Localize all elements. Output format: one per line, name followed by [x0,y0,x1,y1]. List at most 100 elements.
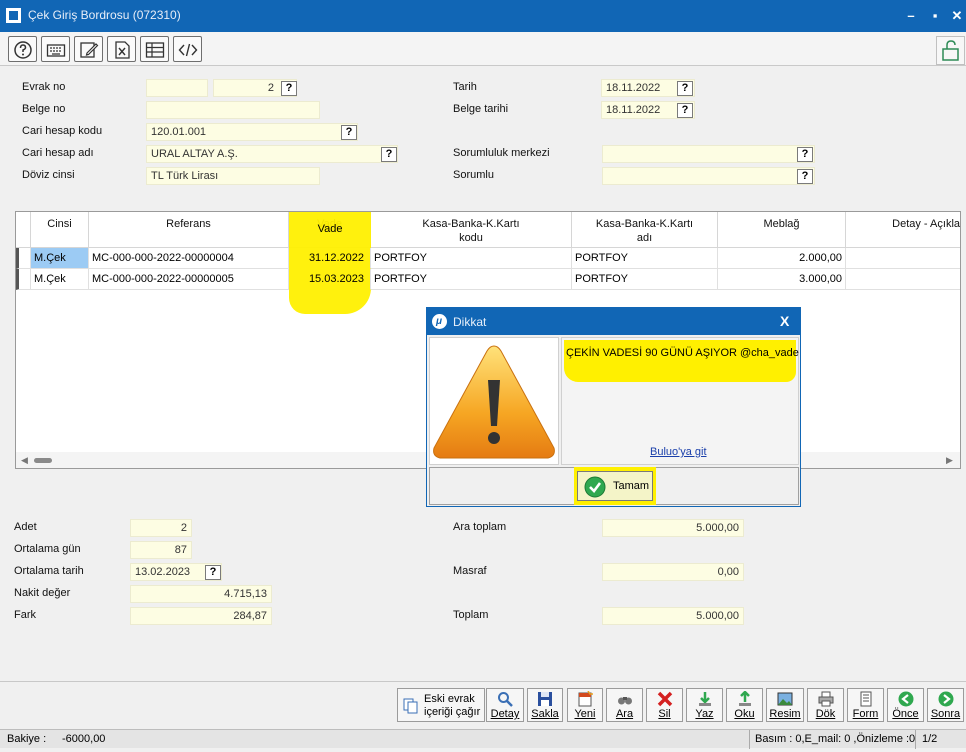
row2-detay[interactable] [846,269,960,290]
masraf-field: 0,00 [602,563,744,581]
magnifier-icon [498,692,513,707]
sorumluluk-help-button[interactable]: ? [797,147,813,162]
row-indicator[interactable] [16,248,31,269]
sakla-button[interactable]: Sakla [527,688,563,722]
vade-header-text-over-highlight: Vade [317,223,343,235]
eski-evrak-button[interactable]: Eski evrak içeriği çağır [397,688,485,722]
tarih-label: Tarih [453,81,477,93]
col-header-kasa-adi[interactable]: Kasa-Banka-K.Kartı adı [572,212,718,248]
resim-button[interactable]: Resim [766,688,804,722]
eski-evrak-line2: içeriği çağır [424,706,481,718]
row1-kasa-adi[interactable]: PORTFOY [572,248,718,269]
col-header-cinsi[interactable]: Cinsi [31,212,89,248]
yaz-button[interactable]: Yaz [686,688,723,722]
minimize-button[interactable]: – [902,7,920,25]
row1-kasa-kodu[interactable]: PORTFOY [371,248,572,269]
belge-no-field[interactable] [146,101,320,119]
page-indicator: 1/2 [922,733,938,745]
dialog-app-icon: μ [432,314,447,329]
row1-meblag[interactable]: 2.000,00 [718,248,846,269]
dialog-close-button[interactable]: X [780,313,789,329]
table-button[interactable] [140,36,169,62]
ortalama-tarih-help-button[interactable]: ? [205,565,221,580]
sonra-label: Sonra [930,708,961,720]
form-button[interactable]: Form [847,688,884,722]
cari-adi-field[interactable]: URAL ALTAY A.Ş. [146,145,398,163]
col-header-meblag[interactable]: Meblağ [718,212,846,248]
cari-adi-help-button[interactable]: ? [381,147,397,162]
row1-referans[interactable]: MC-000-000-2022-00000004 [89,248,289,269]
cari-kodu-help-button[interactable]: ? [341,125,357,140]
sorumluluk-field[interactable] [602,145,815,163]
keyboard-button[interactable] [41,36,70,62]
kasa-kodu-header-line2: kodu [459,232,483,244]
scrollbar-thumb[interactable] [34,458,52,463]
yeni-button[interactable]: Yeni [567,688,603,722]
bakiye-value: -6000,00 [62,733,106,745]
ortalama-gun-label: Ortalama gün [14,543,81,555]
evrak-help-button[interactable]: ? [281,81,297,96]
fark-label: Fark [14,609,36,621]
excel-button[interactable] [107,36,136,62]
sorumlu-label: Sorumlu [453,169,494,181]
warning-icon-panel [429,337,559,465]
ok-button[interactable]: Tamam [577,471,653,501]
ortalama-gun-field: 87 [130,541,192,559]
cari-kodu-field[interactable]: 120.01.001 [146,123,358,141]
row2-cinsi[interactable]: M.Çek [31,269,89,290]
row2-vade[interactable]: 15.03.2023 [289,269,371,290]
sil-button[interactable]: Sil [646,688,683,722]
close-button[interactable]: ✕ [948,7,966,25]
col-header-referans[interactable]: Referans [89,212,289,248]
edit-button[interactable] [74,36,103,62]
col-header-detay[interactable]: Detay - Açıkla [846,212,960,248]
scroll-right-icon[interactable]: ▶ [946,455,953,466]
row2-meblag[interactable]: 3.000,00 [718,269,846,290]
warning-icon [433,345,555,459]
help-button[interactable] [8,36,37,62]
row1-detay[interactable] [846,248,960,269]
row-indicator[interactable] [16,269,31,290]
bulut-link[interactable]: Buluo'ya git [650,446,707,458]
row1-vade[interactable]: 31.12.2022 [289,248,371,269]
belge-tarihi-help-button[interactable]: ? [677,103,693,118]
once-button[interactable]: Önce [887,688,924,722]
ara-button[interactable]: Ara [606,688,643,722]
code-icon [178,43,198,57]
help-icon [14,41,32,59]
sakla-label: Sakla [531,708,559,720]
write-down-arrow-icon [698,692,711,706]
sonra-button[interactable]: Sonra [927,688,964,722]
oku-button[interactable]: Oku [726,688,763,722]
kasa-adi-header-line2: adı [636,232,653,244]
status-info: Basım : 0,E_mail: 0 ,Önizleme :0 [755,733,916,745]
row1-cinsi[interactable]: M.Çek [31,248,89,269]
doviz-field[interactable]: TL Türk Lirası [146,167,320,185]
evrak-seri-field[interactable] [146,79,208,97]
dialog-button-bar: Tamam [429,467,799,505]
oku-label: Oku [734,708,755,720]
dok-button[interactable]: Dök [807,688,844,722]
yaz-label: Yaz [695,708,714,720]
bottom-separator [0,681,966,682]
kasa-kodu-header-line1: Kasa-Banka-K.Kartı [422,218,520,230]
lock-button[interactable] [936,36,965,65]
code-button[interactable] [173,36,202,62]
tarih-help-button[interactable]: ? [677,81,693,96]
detay-button[interactable]: Detay [486,688,524,722]
window-title: Çek Giriş Bordrosu (072310) [28,8,181,22]
nakit-deger-label: Nakit değer [14,587,71,599]
row2-kasa-kodu[interactable]: PORTFOY [371,269,572,290]
sorumlu-help-button[interactable]: ? [797,169,813,184]
row2-kasa-adi[interactable]: PORTFOY [572,269,718,290]
row2-referans[interactable]: MC-000-000-2022-00000005 [89,269,289,290]
maximize-button[interactable]: ▪ [926,7,944,25]
sorumlu-field[interactable] [602,167,815,185]
scroll-left-icon[interactable]: ◀ [21,455,28,466]
col-header-kasa-kodu[interactable]: Kasa-Banka-K.Kartı kodu [371,212,572,248]
cari-kodu-label: Cari hesap kodu [22,125,103,137]
doviz-label: Döviz cinsi [22,169,75,181]
yeni-label: Yeni [574,708,596,720]
ara-label: Ara [615,708,634,720]
save-icon [538,692,552,706]
